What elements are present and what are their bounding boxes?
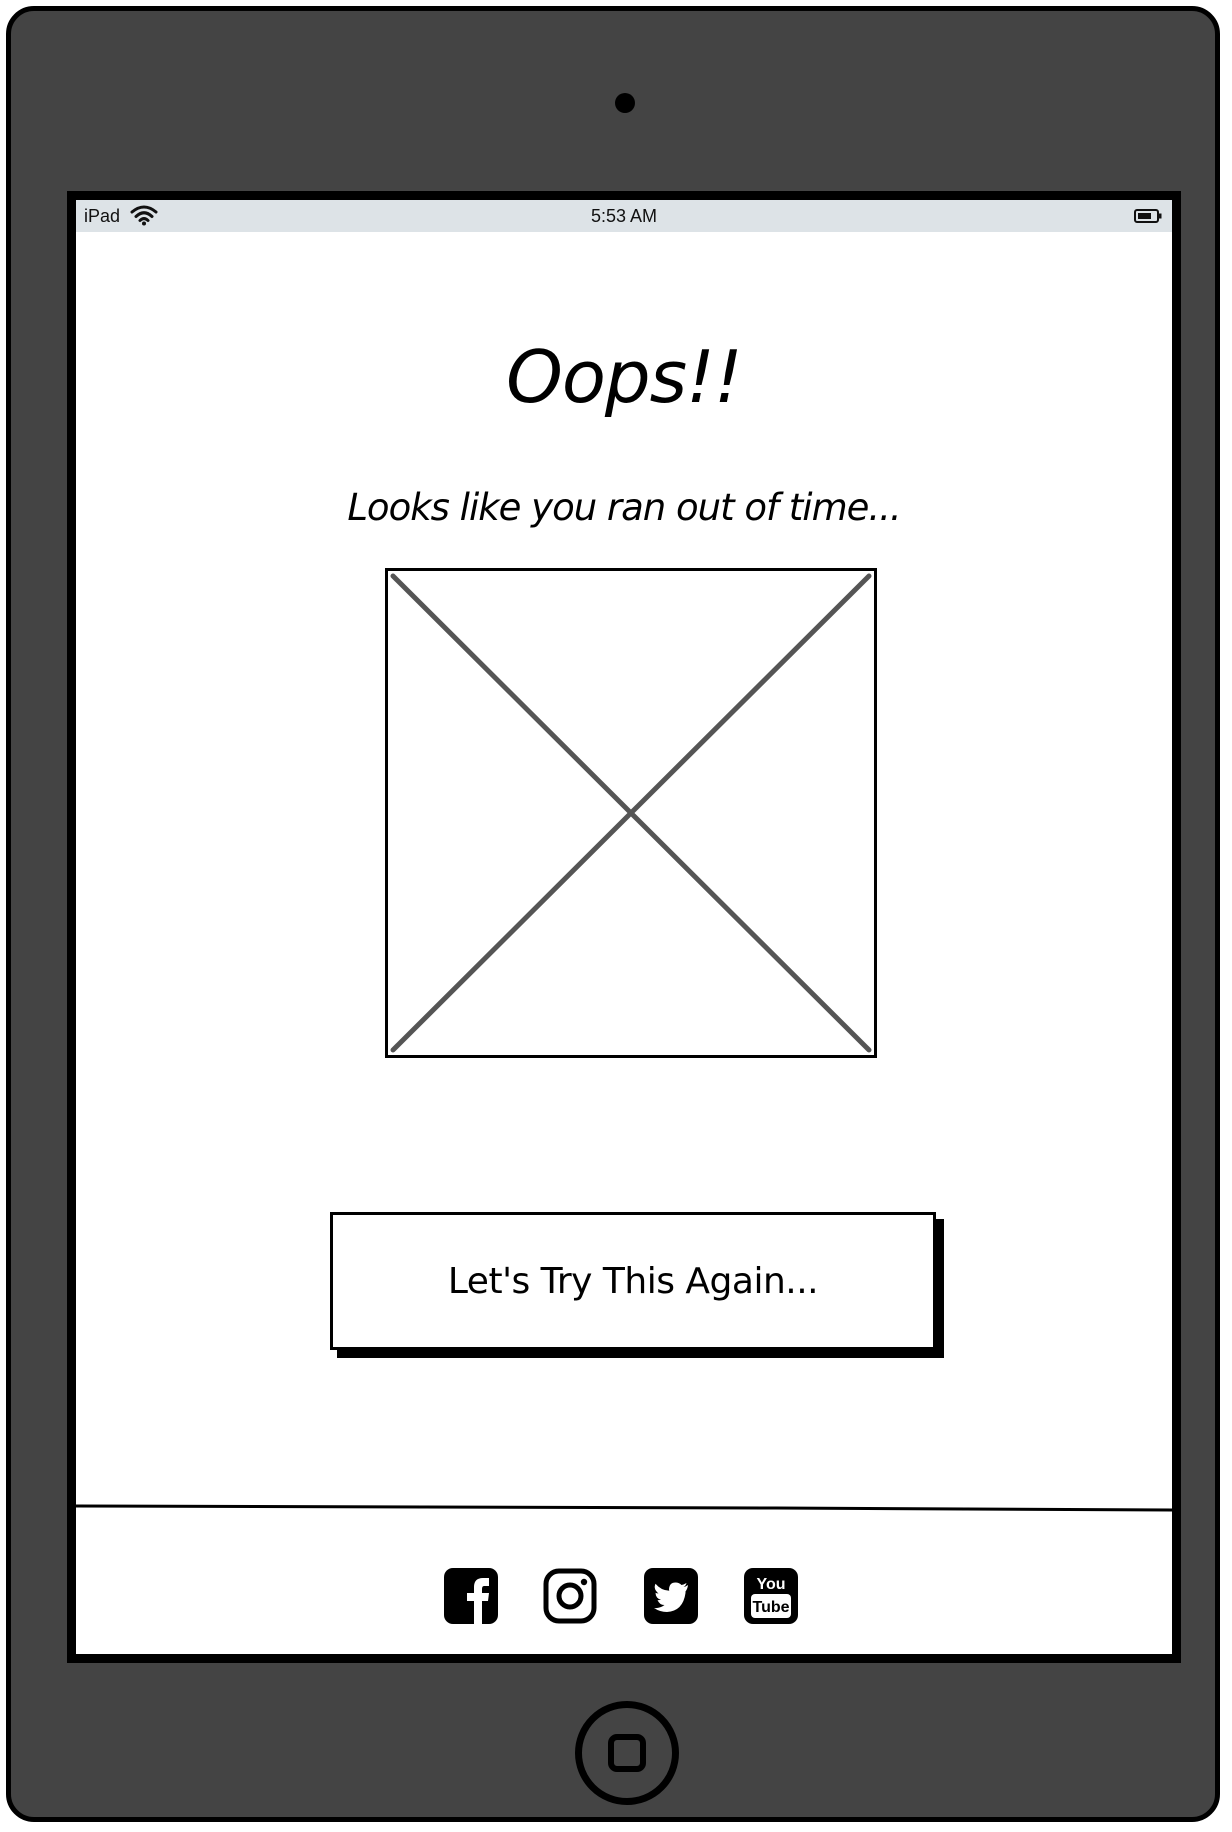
youtube-icon[interactable]: You Tube	[743, 1567, 799, 1625]
youtube-you-text: You	[756, 1576, 785, 1593]
twitter-icon[interactable]	[643, 1567, 699, 1625]
tablet-frame: iPad 5:53 AM Oops!! Looks like you ran o…	[6, 6, 1220, 1822]
home-button[interactable]	[575, 1701, 679, 1805]
screen: iPad 5:53 AM Oops!! Looks like you ran o…	[67, 191, 1181, 1663]
home-square-icon	[608, 1734, 646, 1772]
page-subtitle: Looks like you ran out of time...	[347, 486, 901, 529]
status-time: 5:53 AM	[590, 206, 658, 226]
social-links: You Tube	[443, 1567, 813, 1625]
status-bar: iPad 5:53 AM	[76, 200, 1172, 232]
battery-icon	[1134, 209, 1162, 223]
retry-button[interactable]: Let's Try This Again...	[330, 1212, 936, 1350]
youtube-tube-text: Tube	[752, 1599, 789, 1616]
instagram-icon[interactable]	[542, 1567, 598, 1625]
wireframe-canvas: iPad 5:53 AM Oops!! Looks like you ran o…	[0, 0, 1232, 1832]
retry-button-wrapper: Let's Try This Again...	[330, 1212, 944, 1358]
footer-divider	[76, 1504, 1172, 1512]
image-placeholder	[385, 568, 877, 1058]
facebook-icon[interactable]	[443, 1567, 499, 1625]
page-title: Oops!!	[506, 335, 743, 419]
camera-icon	[615, 93, 635, 113]
